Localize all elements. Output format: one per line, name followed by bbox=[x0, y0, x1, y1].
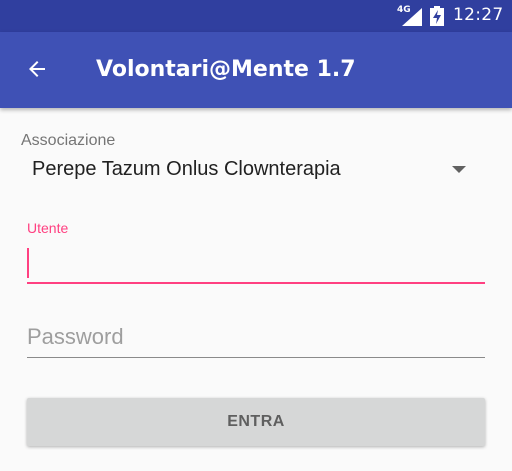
password-field-underline bbox=[27, 357, 485, 358]
battery-charging-icon bbox=[430, 6, 444, 26]
text-cursor bbox=[27, 248, 29, 278]
arrow-back-icon bbox=[29, 61, 45, 77]
association-dropdown[interactable]: Perepe Tazum Onlus Clownterapia bbox=[21, 150, 481, 192]
association-selected-value: Perepe Tazum Onlus Clownterapia bbox=[32, 158, 341, 180]
association-label: Associazione bbox=[21, 132, 116, 149]
back-button[interactable] bbox=[20, 52, 54, 86]
login-button[interactable]: ENTRA bbox=[27, 398, 485, 446]
clock: 12:27 bbox=[453, 5, 504, 25]
status-bar: 4G 12:27 bbox=[0, 0, 512, 32]
user-field[interactable] bbox=[27, 240, 485, 284]
signal-icon bbox=[402, 8, 422, 26]
dropdown-arrow-icon bbox=[452, 166, 466, 173]
app-bar: Volontari@Mente 1.7 bbox=[0, 32, 512, 108]
login-button-label: ENTRA bbox=[227, 413, 285, 430]
password-placeholder: Password bbox=[27, 324, 124, 349]
page-title: Volontari@Mente 1.7 bbox=[96, 57, 356, 82]
user-field-label: Utente bbox=[27, 220, 69, 236]
password-field[interactable]: Password bbox=[27, 318, 485, 358]
user-field-underline bbox=[27, 282, 485, 284]
